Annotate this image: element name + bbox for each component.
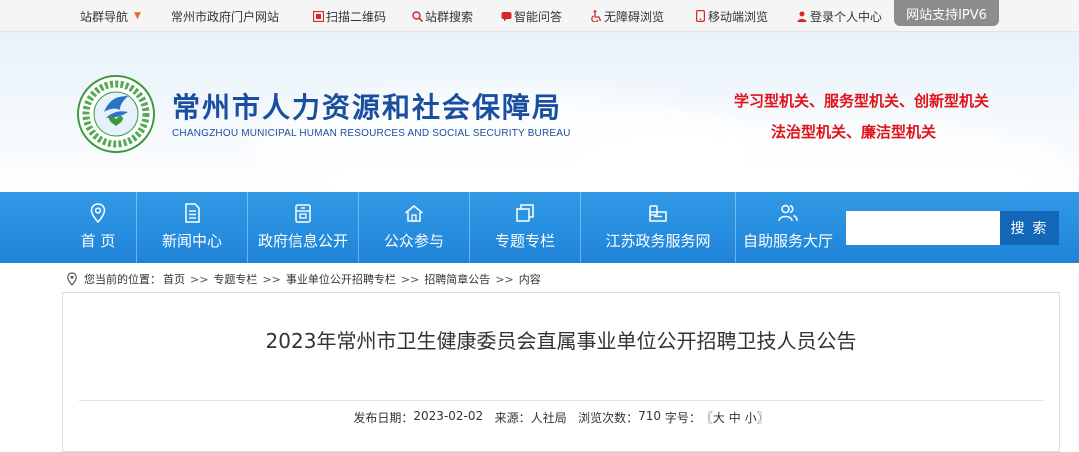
views-count: 710	[638, 409, 662, 423]
smart-qa-label: 智能问答	[514, 9, 563, 24]
nav-item-home[interactable]: 首 页	[60, 192, 136, 263]
site-group-nav-link[interactable]: 站群导航 ▼	[80, 8, 141, 24]
breadcrumb-special-topics[interactable]: 专题专栏	[213, 271, 257, 287]
divider	[79, 400, 1043, 401]
document-icon	[185, 203, 200, 223]
header-banner: 常州市人力资源和社会保障局 CHANGZHOU MUNICIPAL HUMAN …	[0, 32, 1079, 192]
location-icon	[90, 203, 106, 224]
breadcrumb-recruitment-column[interactable]: 事业单位公开招聘专栏	[286, 271, 396, 287]
article-title: 2023年常州市卫生健康委员会直属事业单位公开招聘卫技人员公告	[265, 329, 857, 353]
nav-item-jiangsu-service-label: 江苏政务服务网	[605, 232, 711, 250]
mobile-label: 移动端浏览	[708, 9, 769, 24]
breadcrumb-separator: >>	[190, 272, 209, 286]
nav-item-self-service[interactable]: 自助服务大厅	[736, 192, 840, 263]
breadcrumb-announcements[interactable]: 招聘简章公告	[424, 271, 490, 287]
views-label: 浏览次数：	[578, 411, 639, 425]
nav-item-special-topics-label: 专题专栏	[494, 232, 555, 250]
mobile-link[interactable]: 移动端浏览	[694, 8, 768, 24]
font-size-medium[interactable]: 中	[729, 409, 741, 426]
nav-item-news[interactable]: 新闻中心	[137, 192, 247, 263]
nav-item-self-service-label: 自助服务大厅	[742, 232, 833, 250]
nav-item-home-label: 首 页	[80, 232, 116, 250]
font-size-label: 字号：	[664, 411, 701, 425]
slogan-line-2: 法治型机关、廉洁型机关	[770, 123, 936, 141]
font-bracket-close: 〗	[756, 411, 769, 425]
nav-item-jiangsu-service[interactable]: 江苏政务服务网	[581, 192, 735, 263]
qrcode-link[interactable]: 扫描二维码	[312, 8, 386, 24]
mobile-icon	[694, 10, 706, 22]
qrcode-icon	[312, 10, 324, 22]
breadcrumb-separator: >>	[262, 272, 281, 286]
qrcode-label: 扫描二维码	[326, 9, 387, 24]
users-icon	[778, 204, 798, 222]
accessibility-link[interactable]: 无障碍浏览	[590, 8, 664, 24]
nav-item-public-participation[interactable]: 公众参与	[359, 192, 469, 263]
breadcrumb-current: 内容	[518, 273, 541, 286]
accessibility-icon	[590, 10, 602, 22]
bureau-subtitle-en: CHANGZHOU MUNICIPAL HUMAN RESOURCES AND …	[172, 128, 571, 139]
top-utility-bar: 站群导航 ▼ 常州市政府门户网站 扫描二维码 站群搜索 智能问答 无障碍浏览 移…	[0, 0, 1079, 32]
font-bracket-open: 〖	[700, 411, 713, 425]
breadcrumb-separator: >>	[495, 272, 514, 286]
date-label: 发布日期：	[353, 411, 414, 425]
search-icon	[411, 10, 423, 22]
nav-item-special-topics[interactable]: 专题专栏	[470, 192, 580, 263]
breadcrumb-home[interactable]: 首页	[163, 271, 185, 287]
gov-portal-link[interactable]: 常州市政府门户网站	[171, 8, 279, 24]
service-icon	[649, 205, 667, 222]
article-container: 2023年常州市卫生健康委员会直属事业单位公开招聘卫技人员公告 发布日期： 20…	[62, 292, 1060, 452]
publish-date: 2023-02-02	[413, 409, 484, 423]
chat-icon	[500, 10, 512, 22]
home-icon	[405, 205, 423, 222]
breadcrumb-separator: >>	[400, 272, 420, 286]
article-meta: 发布日期： 2023-02-02 来源： 人社局 浏览次数： 710 字号： 〖…	[63, 409, 1059, 426]
site-search-label: 站群搜索	[425, 9, 474, 24]
site-search-link[interactable]: 站群搜索	[411, 8, 473, 24]
layers-icon	[516, 204, 534, 222]
gov-portal-label: 常州市政府门户网站	[171, 9, 280, 24]
login-label: 登录个人中心	[810, 9, 883, 24]
bureau-title: 常州市人力资源和社会保障局	[172, 91, 563, 124]
bureau-logo[interactable]	[76, 74, 156, 154]
search-button[interactable]: 搜 索	[1000, 211, 1059, 245]
user-icon	[796, 10, 808, 22]
smart-qa-link[interactable]: 智能问答	[500, 8, 562, 24]
login-link[interactable]: 登录个人中心	[796, 8, 882, 24]
breadcrumb-label: 您当前的位置：	[84, 273, 161, 286]
breadcrumb: 您当前的位置： 首页 >> 专题专栏 >> 事业单位公开招聘专栏 >> 招聘简章…	[66, 270, 541, 288]
font-size-large[interactable]: 大	[713, 409, 725, 426]
nav-item-public-participation-label: 公众参与	[383, 232, 444, 250]
accessibility-label: 无障碍浏览	[604, 9, 665, 24]
archive-icon	[295, 204, 311, 223]
location-pin-icon	[67, 272, 77, 286]
site-group-nav-label: 站群导航	[80, 9, 129, 24]
chevron-down-icon: ▼	[134, 11, 141, 21]
source-label: 来源：	[494, 411, 531, 425]
ipv6-badge: 网站支持IPV6	[894, 0, 999, 26]
source-value: 人社局	[530, 411, 567, 425]
font-size-small[interactable]: 小	[745, 409, 757, 426]
nav-item-gov-info[interactable]: 政府信息公开	[248, 192, 358, 263]
search-input[interactable]	[846, 211, 1000, 245]
nav-item-news-label: 新闻中心	[161, 232, 222, 250]
slogan-line-1: 学习型机关、服务型机关、创新型机关	[733, 92, 989, 110]
nav-item-gov-info-label: 政府信息公开	[257, 232, 348, 250]
